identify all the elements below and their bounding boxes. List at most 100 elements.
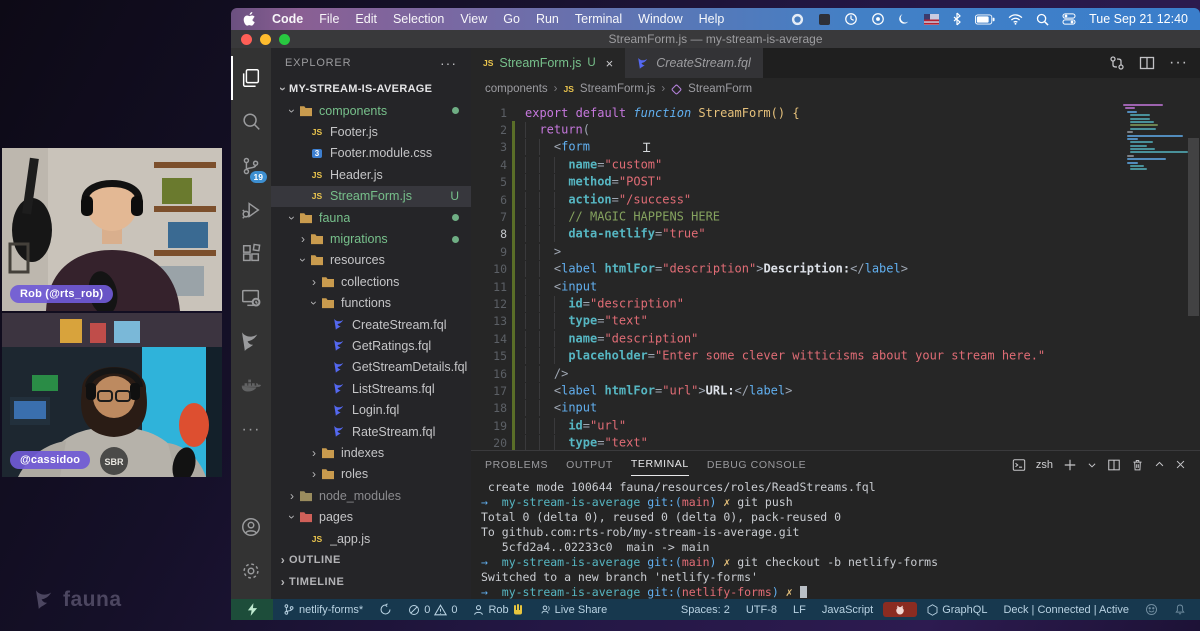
notifications-bell-icon[interactable] bbox=[1168, 599, 1192, 620]
code-line-6[interactable]: 6action="/success" bbox=[471, 191, 1200, 208]
menu-run[interactable]: Run bbox=[536, 12, 559, 26]
code-line-17[interactable]: 17<label htmlFor="url">URL:</label> bbox=[471, 382, 1200, 399]
code-line-13[interactable]: 13type="text" bbox=[471, 313, 1200, 330]
breadcrumb-file[interactable]: StreamForm.js bbox=[580, 83, 655, 95]
code-line-3[interactable]: 3<form bbox=[471, 139, 1200, 156]
fauna-extension-view-icon[interactable] bbox=[231, 320, 271, 364]
new-terminal-icon[interactable] bbox=[1063, 458, 1077, 472]
menu-code[interactable]: Code bbox=[272, 12, 303, 26]
workspace-root-folder[interactable]: › MY-STREAM-IS-AVERAGE bbox=[271, 78, 471, 100]
extension-alert-badge[interactable] bbox=[883, 602, 917, 617]
code-line-1[interactable]: 1export default function StreamForm() { bbox=[471, 104, 1200, 121]
code-line-9[interactable]: 9> bbox=[471, 243, 1200, 260]
code-line-2[interactable]: 2return( bbox=[471, 121, 1200, 138]
tree-item-footer-module-css[interactable]: 3Footer.module.css bbox=[271, 143, 471, 164]
breadcrumb-symbol[interactable]: StreamForm bbox=[688, 83, 752, 95]
tree-item-createstream-fql[interactable]: CreateStream.fql bbox=[271, 314, 471, 335]
close-panel-icon[interactable] bbox=[1175, 459, 1186, 470]
shell-name[interactable]: zsh bbox=[1036, 459, 1053, 471]
menu-bar-clock[interactable]: Tue Sep 21 12:40 bbox=[1089, 12, 1188, 26]
scrollbar-thumb[interactable] bbox=[1188, 138, 1199, 316]
feedback-smiley-icon[interactable] bbox=[1139, 599, 1164, 620]
bluetooth-icon[interactable] bbox=[952, 12, 962, 26]
live-share-participant[interactable]: Rob bbox=[467, 599, 528, 620]
tab-problems[interactable]: PROBLEMS bbox=[485, 454, 548, 476]
code-line-16[interactable]: 16/> bbox=[471, 365, 1200, 382]
source-control-view-icon[interactable]: 19 bbox=[231, 144, 271, 188]
git-branch-status[interactable]: netlify-forms* bbox=[277, 599, 369, 620]
tab-createstream-fql[interactable]: CreateStream.fql bbox=[625, 48, 762, 78]
do-not-disturb-moon-icon[interactable] bbox=[898, 13, 911, 26]
more-actions-icon[interactable]: ··· bbox=[1169, 54, 1188, 72]
kill-terminal-trash-icon[interactable] bbox=[1131, 458, 1144, 472]
tree-item-node-modules[interactable]: ›node_modules bbox=[271, 485, 471, 506]
control-center-icon[interactable] bbox=[1062, 13, 1076, 25]
search-view-icon[interactable] bbox=[231, 100, 271, 144]
run-debug-view-icon[interactable] bbox=[231, 188, 271, 232]
live-share-button[interactable]: Live Share bbox=[533, 599, 614, 620]
tree-item-roles[interactable]: ›roles bbox=[271, 464, 471, 485]
menu-view[interactable]: View bbox=[460, 12, 487, 26]
terminal-dropdown-chevron-icon[interactable] bbox=[1087, 460, 1097, 470]
menu-selection[interactable]: Selection bbox=[393, 12, 444, 26]
graphql-status[interactable]: GraphQL bbox=[921, 599, 993, 620]
menu-go[interactable]: Go bbox=[503, 12, 520, 26]
tree-item-migrations[interactable]: ›migrations bbox=[271, 228, 471, 249]
split-editor-icon[interactable] bbox=[1139, 55, 1155, 71]
close-tab-icon[interactable]: × bbox=[606, 56, 614, 71]
code-line-4[interactable]: 4name="custom" bbox=[471, 156, 1200, 173]
split-terminal-icon[interactable] bbox=[1107, 458, 1121, 472]
apple-menu-icon[interactable] bbox=[243, 12, 256, 26]
tab-terminal[interactable]: TERMINAL bbox=[631, 453, 689, 476]
encoding-status[interactable]: UTF-8 bbox=[740, 599, 783, 620]
explorer-view-icon[interactable] bbox=[231, 56, 271, 100]
more-views-icon[interactable]: ··· bbox=[231, 408, 271, 452]
problems-status[interactable]: 0 0 bbox=[402, 599, 463, 620]
wifi-icon[interactable] bbox=[1008, 14, 1023, 25]
tree-item--app-js[interactable]: JS_app.js bbox=[271, 528, 471, 549]
docker-view-icon[interactable] bbox=[231, 364, 271, 408]
outline-section-header[interactable]: › OUTLINE bbox=[271, 549, 471, 571]
settings-gear-icon[interactable] bbox=[231, 549, 271, 593]
tree-item-collections[interactable]: ›collections bbox=[271, 271, 471, 292]
code-line-7[interactable]: 7// MAGIC HAPPENS HERE bbox=[471, 208, 1200, 225]
terminal-output[interactable]: create mode 100644 fauna/resources/roles… bbox=[471, 478, 1200, 599]
remote-explorer-view-icon[interactable] bbox=[231, 276, 271, 320]
explorer-actions-icon[interactable]: ··· bbox=[440, 55, 457, 71]
tree-item-components[interactable]: ›components bbox=[271, 100, 471, 121]
code-line-20[interactable]: 20type="text" bbox=[471, 434, 1200, 450]
code-editor[interactable]: 1export default function StreamForm() {2… bbox=[471, 100, 1200, 450]
spotlight-search-icon[interactable] bbox=[1036, 13, 1049, 26]
tree-item-resources[interactable]: ›resources bbox=[271, 250, 471, 271]
minimap[interactable] bbox=[1123, 104, 1185, 172]
code-line-14[interactable]: 14name="description" bbox=[471, 330, 1200, 347]
remote-indicator[interactable] bbox=[231, 599, 273, 620]
tree-item-getratings-fql[interactable]: GetRatings.fql bbox=[271, 335, 471, 356]
code-line-11[interactable]: 11<input bbox=[471, 278, 1200, 295]
tree-item-functions[interactable]: ›functions bbox=[271, 293, 471, 314]
accounts-icon[interactable] bbox=[231, 505, 271, 549]
menu-edit[interactable]: Edit bbox=[355, 12, 377, 26]
breadcrumb-folder[interactable]: components bbox=[485, 83, 548, 95]
tree-item-pages[interactable]: ›pages bbox=[271, 506, 471, 527]
menu-file[interactable]: File bbox=[319, 12, 339, 26]
tree-item-streamform-js[interactable]: JSStreamForm.jsU bbox=[271, 186, 471, 207]
code-line-19[interactable]: 19id="url" bbox=[471, 417, 1200, 434]
battery-icon[interactable] bbox=[975, 14, 995, 25]
code-line-5[interactable]: 5method="POST" bbox=[471, 174, 1200, 191]
maximize-panel-chevron-icon[interactable] bbox=[1154, 459, 1165, 470]
tab-streamform-js[interactable]: JS StreamForm.js U × bbox=[471, 48, 625, 78]
record-icon[interactable] bbox=[871, 12, 885, 26]
menu-terminal[interactable]: Terminal bbox=[575, 12, 622, 26]
deck-connection-status[interactable]: Deck | Connected | Active bbox=[997, 599, 1135, 620]
editor-scrollbar[interactable] bbox=[1187, 100, 1200, 450]
tab-debug-console[interactable]: DEBUG CONSOLE bbox=[707, 454, 806, 476]
extensions-view-icon[interactable] bbox=[231, 232, 271, 276]
tree-item-fauna[interactable]: ›fauna bbox=[271, 207, 471, 228]
tab-output[interactable]: OUTPUT bbox=[566, 454, 613, 476]
eol-status[interactable]: LF bbox=[787, 599, 812, 620]
tree-item-getstreamdetails-fql[interactable]: GetStreamDetails.fql bbox=[271, 357, 471, 378]
indentation-status[interactable]: Spaces: 2 bbox=[675, 599, 736, 620]
language-mode-status[interactable]: JavaScript bbox=[816, 599, 879, 620]
tree-item-liststreams-fql[interactable]: ListStreams.fql bbox=[271, 378, 471, 399]
